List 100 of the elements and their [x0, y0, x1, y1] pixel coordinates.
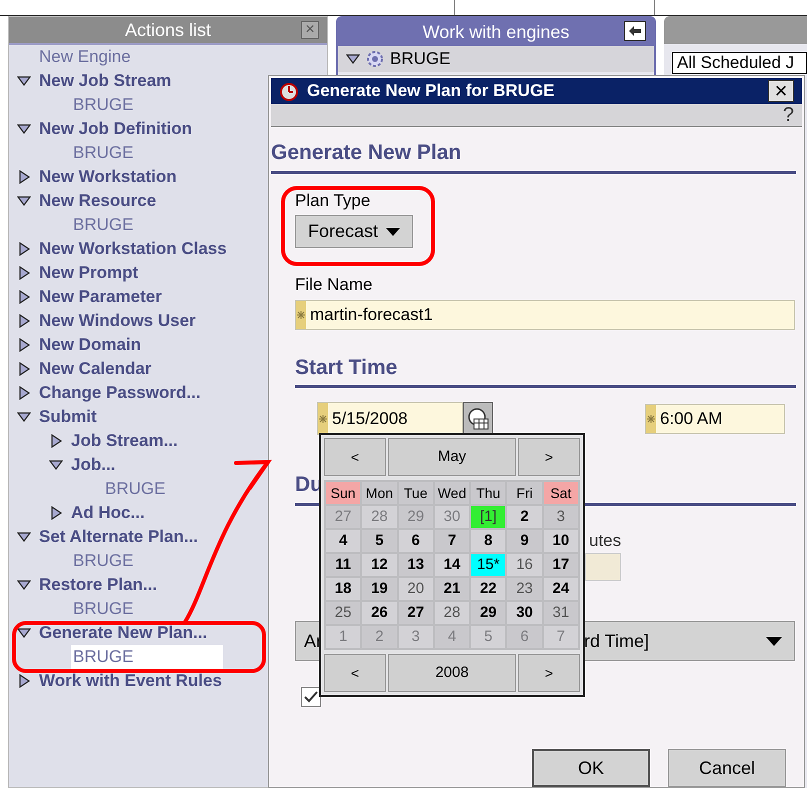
collapse-button[interactable] — [624, 21, 646, 41]
weekday-label: Mon — [362, 482, 397, 504]
calendar-day[interactable]: 6 — [398, 530, 433, 552]
engine-name[interactable]: BRUGE — [390, 46, 450, 72]
calendar-day[interactable]: 30 — [507, 602, 542, 624]
expanded-triangle-icon[interactable] — [17, 194, 31, 208]
tree-item[interactable]: New Job Definition — [39, 117, 192, 141]
tree-item[interactable]: BRUGE — [71, 93, 224, 117]
tree-item[interactable]: New Windows User — [39, 309, 196, 333]
close-button[interactable]: × — [301, 21, 319, 39]
calendar-day[interactable]: 18 — [326, 578, 360, 600]
collapsed-triangle-icon[interactable] — [49, 434, 63, 448]
tree-item[interactable]: Generate New Plan... — [39, 621, 208, 645]
collapsed-triangle-icon[interactable] — [17, 386, 31, 400]
expanded-triangle-icon[interactable] — [346, 52, 360, 66]
tree-item[interactable]: BRUGE — [71, 549, 224, 573]
previous-button[interactable]: < — [324, 438, 386, 476]
calendar-day[interactable]: 28 — [434, 602, 470, 624]
calendar-day[interactable]: 19 — [362, 578, 397, 600]
expanded-triangle-icon[interactable] — [17, 74, 31, 88]
duration-field[interactable] — [585, 553, 621, 581]
tree-item[interactable]: Work with Event Rules — [39, 669, 222, 693]
cancel-button[interactable]: Cancel — [668, 749, 786, 787]
collapsed-triangle-icon[interactable] — [17, 266, 31, 280]
calendar-day[interactable]: 15* — [471, 554, 506, 576]
calendar-day[interactable]: 29 — [471, 602, 506, 624]
tree-item[interactable]: BRUGE — [71, 141, 224, 165]
tree-item[interactable]: New Domain — [39, 333, 142, 357]
calendar-button[interactable] — [463, 402, 493, 435]
calendar-day[interactable]: 22 — [471, 578, 506, 600]
calendar-day[interactable]: 21 — [434, 578, 470, 600]
calendar-day[interactable]: 2 — [507, 506, 542, 528]
calendar-day[interactable]: 12 — [362, 554, 397, 576]
date-field[interactable]: 5/15/2008 — [317, 402, 463, 435]
tree-item[interactable]: New Job Stream — [39, 69, 172, 93]
collapsed-triangle-icon[interactable] — [49, 506, 63, 520]
expanded-triangle-icon[interactable] — [17, 530, 31, 544]
tree-item[interactable]: Set Alternate Plan... — [39, 525, 198, 549]
tree-item[interactable]: BRUGE — [71, 645, 224, 669]
close-button[interactable]: × — [768, 80, 794, 102]
collapsed-triangle-icon[interactable] — [17, 362, 31, 376]
previous-button[interactable]: < — [324, 654, 386, 692]
collapsed-triangle-icon[interactable] — [17, 242, 31, 256]
calendar-day[interactable]: 4 — [326, 530, 360, 552]
filter-field[interactable]: All Scheduled J — [672, 52, 807, 74]
calendar-day[interactable]: 25 — [326, 602, 360, 624]
calendar-day[interactable]: 14 — [434, 554, 470, 576]
calendar-day[interactable]: 11 — [326, 554, 360, 576]
calendar-day[interactable]: 17 — [544, 554, 578, 576]
calendar-day[interactable]: 26 — [362, 602, 397, 624]
calendar-day[interactable]: 27 — [398, 602, 433, 624]
collapsed-triangle-icon[interactable] — [17, 674, 31, 688]
tree-item[interactable]: Ad Hoc... — [71, 501, 145, 525]
dropdown-value: rd Time] — [584, 630, 650, 653]
calendar-day[interactable]: 10 — [544, 530, 578, 552]
tree-item[interactable]: New Parameter — [39, 285, 162, 309]
help-button[interactable]: ? — [782, 104, 794, 125]
calendar-day[interactable]: 31 — [544, 602, 578, 624]
tree-item[interactable]: BRUGE — [103, 477, 256, 501]
checkbox[interactable] — [301, 687, 321, 707]
calendar-day[interactable]: 24 — [544, 578, 578, 600]
panel-title: Actions list — [124, 18, 212, 42]
tree-item[interactable]: BRUGE — [71, 213, 224, 237]
file-name-field[interactable]: martin-forecast1 — [295, 300, 795, 330]
expanded-triangle-icon[interactable] — [17, 410, 31, 424]
calendar-day[interactable]: 7 — [434, 530, 470, 552]
collapsed-triangle-icon[interactable] — [17, 170, 31, 184]
calendar-day[interactable]: [1] — [471, 506, 506, 528]
ok-button[interactable]: OK — [532, 749, 650, 787]
tree-item[interactable]: New Prompt — [39, 261, 138, 285]
expanded-triangle-icon[interactable] — [17, 578, 31, 592]
calendar-day[interactable]: 13 — [398, 554, 433, 576]
calendar-day[interactable]: 3 — [544, 506, 578, 528]
next-button[interactable]: > — [518, 438, 580, 476]
tree-item[interactable]: Change Password... — [39, 381, 201, 405]
tree-item[interactable]: New Calendar — [39, 357, 152, 381]
tree-item[interactable]: New Workstation Class — [39, 237, 227, 261]
collapsed-triangle-icon[interactable] — [17, 290, 31, 304]
calendar-day[interactable]: 5 — [362, 530, 397, 552]
tree-item[interactable]: Job Stream... — [71, 429, 178, 453]
tree-item[interactable]: New Resource — [39, 189, 156, 213]
tree-item[interactable]: Job... — [71, 453, 116, 477]
collapsed-triangle-icon[interactable] — [17, 338, 31, 352]
calendar-day[interactable]: 16 — [507, 554, 542, 576]
tree-item[interactable]: New Workstation — [39, 165, 177, 189]
time-field[interactable]: 6:00 AM — [645, 404, 785, 434]
plan-type-dropdown[interactable]: Forecast — [295, 215, 413, 248]
calendar-day[interactable]: 8 — [471, 530, 506, 552]
tree-item[interactable]: New Engine — [39, 45, 131, 69]
next-button[interactable]: > — [518, 654, 580, 692]
tree-item[interactable]: BRUGE — [71, 597, 224, 621]
calendar-day[interactable]: 9 — [507, 530, 542, 552]
tree-item[interactable]: Submit — [39, 405, 97, 429]
expanded-triangle-icon[interactable] — [17, 626, 31, 640]
calendar-day[interactable]: 23 — [507, 578, 542, 600]
expanded-triangle-icon[interactable] — [17, 122, 31, 136]
tree-item[interactable]: Restore Plan... — [39, 573, 158, 597]
calendar-day[interactable]: 20 — [398, 578, 433, 600]
collapsed-triangle-icon[interactable] — [17, 314, 31, 328]
expanded-triangle-icon[interactable] — [49, 458, 63, 472]
